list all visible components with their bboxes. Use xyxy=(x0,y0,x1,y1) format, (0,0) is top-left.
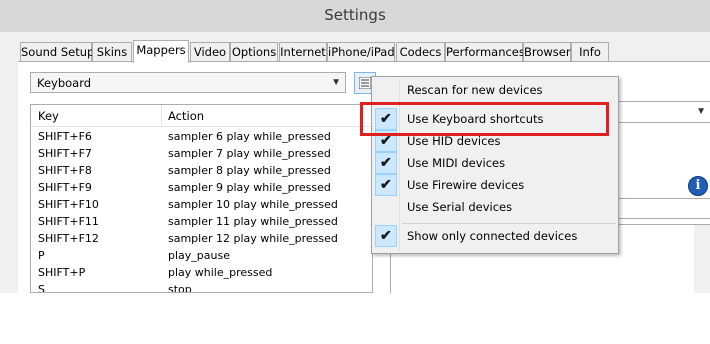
tab-browser[interactable]: Browser xyxy=(523,42,571,62)
table-row[interactable]: SHIFT+F12 sampler 12 play while_pressed xyxy=(31,231,372,248)
key-cell: S xyxy=(38,283,45,293)
action-cell: sampler 6 play while_pressed xyxy=(168,130,331,143)
action-cell: sampler 8 play while_pressed xyxy=(168,164,331,177)
key-cell: SHIFT+F12 xyxy=(38,232,99,245)
device-dropdown-value: Keyboard xyxy=(37,76,92,90)
tab-sound-setup[interactable]: Sound Setup xyxy=(20,42,94,62)
tab-info[interactable]: Info xyxy=(571,42,609,62)
tab-performances[interactable]: Performances xyxy=(445,42,525,62)
tab-internet[interactable]: Internet xyxy=(279,42,327,62)
action-cell: sampler 9 play while_pressed xyxy=(168,181,331,194)
action-cell: play_pause xyxy=(168,249,230,262)
info-icon[interactable]: i xyxy=(688,176,708,196)
table-row[interactable]: SHIFT+F6 sampler 6 play while_pressed xyxy=(31,129,372,146)
tab-codecs[interactable]: Codecs xyxy=(396,42,445,62)
menu-item-show-only-connected[interactable]: ✔ Show only connected devices xyxy=(374,225,617,247)
action-cell: sampler 12 play while_pressed xyxy=(168,232,338,245)
right-text-field[interactable] xyxy=(617,198,710,219)
table-row[interactable]: SHIFT+F9 sampler 9 play while_pressed xyxy=(31,180,372,197)
action-cell: sampler 10 play while_pressed xyxy=(168,198,338,211)
mapping-list[interactable]: Key Action SHIFT+F6 sampler 6 play while_… xyxy=(30,104,373,293)
mapping-list-header: Key Action xyxy=(31,105,372,127)
table-row[interactable]: SHIFT+F7 sampler 7 play while_pressed xyxy=(31,146,372,163)
tab-skins[interactable]: Skins xyxy=(92,42,132,62)
column-header-key[interactable]: Key xyxy=(38,109,59,123)
action-cell: sampler 11 play while_pressed xyxy=(168,215,338,228)
key-cell: SHIFT+P xyxy=(38,266,86,279)
menu-item-label: Use HID devices xyxy=(407,134,501,148)
action-cell: sampler 7 play while_pressed xyxy=(168,147,331,160)
tab-mappers[interactable]: Mappers xyxy=(133,40,189,63)
table-row[interactable]: SHIFT+P play while_pressed xyxy=(31,265,372,282)
tab-strip: Sound Setup Skins Mappers Video Options … xyxy=(0,32,710,63)
chevron-down-icon: ▼ xyxy=(331,77,341,88)
table-row[interactable]: SHIFT+F10 sampler 10 play while_pressed xyxy=(31,197,372,214)
key-cell: SHIFT+F11 xyxy=(38,215,99,228)
column-separator[interactable] xyxy=(161,105,162,127)
menu-item-label: Show only connected devices xyxy=(407,229,578,243)
menu-item-use-serial-devices[interactable]: Use Serial devices xyxy=(374,196,617,218)
right-dropdown[interactable]: ▼ xyxy=(617,101,710,123)
key-cell: SHIFT+F6 xyxy=(38,130,92,143)
menu-item-label: Use Firewire devices xyxy=(407,178,525,192)
highlight-box xyxy=(360,102,609,136)
menu-item-label: Use MIDI devices xyxy=(407,156,506,170)
table-row[interactable]: Pplay_pause xyxy=(31,248,372,265)
menu-item-rescan[interactable]: Rescan for new devices xyxy=(374,79,617,101)
column-header-action[interactable]: Action xyxy=(168,109,204,123)
chevron-down-icon: ▼ xyxy=(696,106,706,117)
list-menu-icon xyxy=(359,77,371,89)
key-cell: SHIFT+F8 xyxy=(38,164,92,177)
checkmark-icon: ✔ xyxy=(375,152,397,174)
table-row[interactable]: Sstop xyxy=(31,282,372,293)
table-row[interactable]: SHIFT+F8 sampler 8 play while_pressed xyxy=(31,163,372,180)
menu-separator xyxy=(402,223,616,224)
menu-item-use-midi-devices[interactable]: ✔ Use MIDI devices xyxy=(374,152,617,174)
key-cell: SHIFT+F7 xyxy=(38,147,92,160)
device-dropdown[interactable]: Keyboard ▼ xyxy=(30,72,346,93)
action-cell: stop xyxy=(168,283,192,293)
key-cell: SHIFT+F9 xyxy=(38,181,92,194)
tab-video[interactable]: Video xyxy=(190,42,230,62)
key-cell: SHIFT+F10 xyxy=(38,198,99,211)
table-row[interactable]: SHIFT+F11 sampler 11 play while_pressed xyxy=(31,214,372,231)
menu-item-label: Rescan for new devices xyxy=(407,83,543,97)
action-cell: play while_pressed xyxy=(168,266,273,279)
window-title: Settings xyxy=(324,6,386,24)
title-bar: Settings xyxy=(0,0,710,32)
menu-item-label: Use Serial devices xyxy=(407,200,513,214)
scrollbar[interactable] xyxy=(694,225,710,293)
checkmark-icon: ✔ xyxy=(375,174,397,196)
menu-item-use-firewire-devices[interactable]: ✔ Use Firewire devices xyxy=(374,174,617,196)
key-cell: P xyxy=(38,249,45,262)
tab-iphone-ipad[interactable]: iPhone/iPad xyxy=(327,42,395,62)
tab-options[interactable]: Options xyxy=(230,42,278,62)
checkmark-icon: ✔ xyxy=(375,225,397,247)
